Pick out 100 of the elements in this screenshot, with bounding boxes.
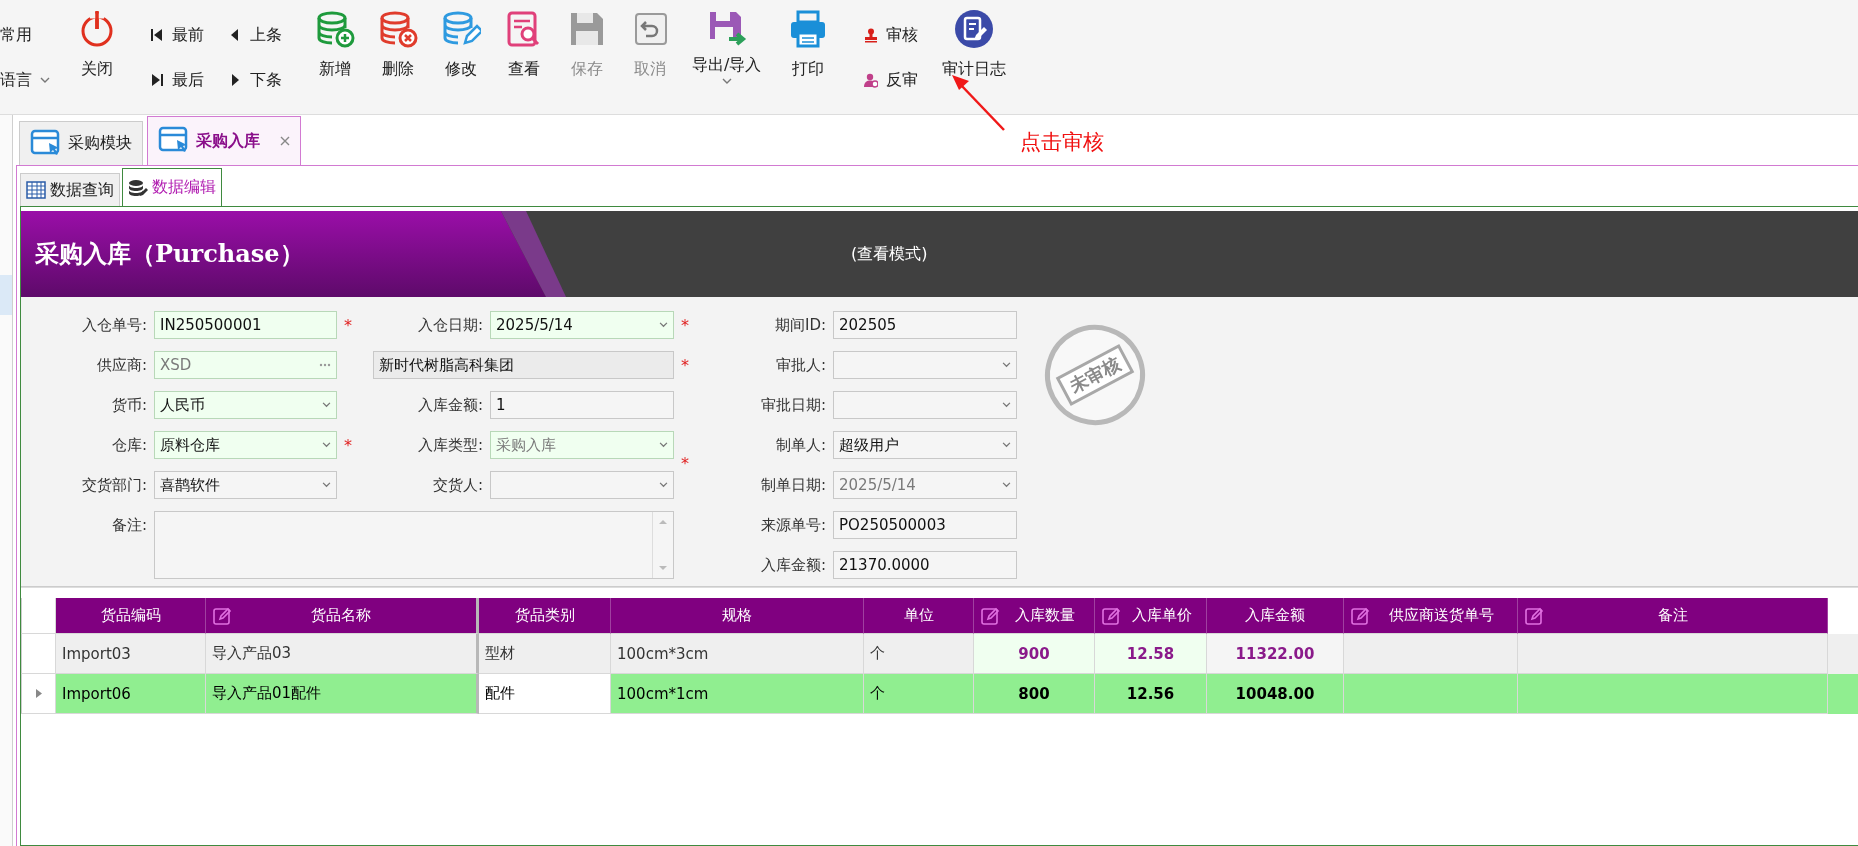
- document-tab[interactable]: 采购模块: [19, 121, 143, 165]
- toolbar-button[interactable]: 删除: [369, 0, 427, 114]
- toolbar-button[interactable]: 最后: [150, 68, 204, 92]
- table-cell: 配件: [479, 674, 611, 714]
- dropdown[interactable]: 原料仓库: [154, 431, 337, 459]
- text-field[interactable]: PO250500003: [833, 511, 1017, 539]
- column-header[interactable]: 货品编码: [56, 598, 206, 634]
- first-icon: [150, 27, 164, 43]
- required-mark: *: [681, 453, 690, 473]
- text-field[interactable]: 202505: [833, 311, 1017, 339]
- menu-item[interactable]: 语言: [0, 68, 50, 92]
- caret-icon: [322, 482, 331, 488]
- sidebar-selection: [0, 275, 12, 315]
- text-field[interactable]: 1: [490, 391, 674, 419]
- toolbar-button[interactable]: 上条: [228, 23, 282, 47]
- toolbar-button[interactable]: 最前: [150, 23, 204, 47]
- column-header[interactable]: 入库数量: [974, 598, 1095, 634]
- table-cell: 个: [864, 674, 974, 714]
- more-icon[interactable]: [319, 363, 331, 367]
- field-label: 仓库:: [110, 435, 147, 455]
- column-header[interactable]: 入库金额: [1207, 598, 1344, 634]
- column-header[interactable]: 入库单价: [1095, 598, 1207, 634]
- grid-icon: [26, 181, 46, 199]
- field-label: 审批人:: [774, 355, 826, 375]
- toolbar-button[interactable]: 新增: [306, 0, 364, 114]
- caret-icon: [322, 402, 331, 408]
- dropdown[interactable]: [490, 471, 674, 499]
- field-label: 备注:: [110, 515, 147, 535]
- dropdown[interactable]: 人民币: [154, 391, 337, 419]
- toolbar-button[interactable]: 审计日志: [942, 0, 1007, 114]
- table-cell: 12.58: [1095, 634, 1207, 674]
- toolbar-button[interactable]: 关闭: [68, 0, 126, 114]
- table-row[interactable]: Import06 导入产品01配件 配件 100cm*1cm 个 800 12.56 10048.00: [21, 674, 1858, 714]
- database-icon: [128, 178, 148, 197]
- toolbar-button[interactable]: 反审: [864, 68, 919, 92]
- document-edit-icon: [954, 9, 995, 49]
- dropdown[interactable]: 喜鹊软件: [154, 471, 337, 499]
- field-label: 交货部门:: [80, 475, 147, 495]
- column-header[interactable]: 货品名称: [206, 598, 479, 634]
- toolbar-button[interactable]: 打印: [779, 0, 838, 114]
- column-header[interactable]: 备注: [1518, 598, 1828, 634]
- toolbar-button[interactable]: 下条: [228, 68, 282, 92]
- field-label: 入仓单号:: [80, 315, 147, 335]
- form-title: 采购入库（Purchase）: [35, 238, 304, 270]
- field-label: 入库金额:: [759, 555, 826, 575]
- column-header[interactable]: 货品类别: [479, 598, 611, 634]
- lookup-field[interactable]: XSD: [154, 351, 337, 379]
- edit-icon: [1524, 605, 1544, 626]
- toolbar-button[interactable]: 审核: [864, 23, 919, 47]
- edit-icon: [1350, 605, 1370, 626]
- field-label: 制单日期:: [759, 475, 826, 495]
- field-label: 供应商:: [95, 355, 147, 375]
- stamp-icon: [864, 27, 879, 43]
- menu-item[interactable]: 常用: [0, 23, 50, 47]
- dropdown[interactable]: [833, 391, 1017, 419]
- text-field[interactable]: 21370.0000: [833, 551, 1017, 579]
- document-tab[interactable]: 采购入库: [147, 116, 301, 165]
- annotation-text: 点击审核: [1020, 129, 1104, 156]
- field-label: 制单人:: [774, 435, 826, 455]
- caret-icon: [659, 482, 668, 488]
- caret-icon: [1002, 402, 1011, 408]
- toolbar-button[interactable]: 修改: [432, 0, 490, 114]
- caret-icon: [1002, 362, 1011, 368]
- column-header[interactable]: 规格: [611, 598, 864, 634]
- memo-field[interactable]: [154, 511, 674, 579]
- caret-icon: [659, 442, 668, 448]
- field-label: 入仓日期:: [416, 315, 483, 335]
- required-mark: *: [681, 315, 690, 335]
- table-row[interactable]: Import03 导入产品03 型材 100cm*3cm 个 900 12.58 11322.00: [21, 634, 1858, 674]
- table-cell: 800: [974, 674, 1095, 714]
- field-label: 来源单号:: [759, 515, 826, 535]
- dropdown[interactable]: 采购入库: [490, 431, 674, 459]
- close-icon[interactable]: [280, 136, 290, 146]
- field-label: 期间ID:: [773, 315, 826, 335]
- caret-icon: [1002, 482, 1011, 488]
- tab[interactable]: 数据查询: [20, 173, 120, 206]
- caret-icon: [659, 322, 668, 328]
- text-field[interactable]: 新时代树脂高科集团: [373, 351, 674, 379]
- column-header[interactable]: 供应商送货单号: [1344, 598, 1518, 634]
- dropdown[interactable]: [833, 351, 1017, 379]
- edit-icon: [980, 605, 1000, 626]
- toolbar-button[interactable]: 查看: [495, 0, 553, 114]
- dropdown[interactable]: 超级用户: [833, 431, 1017, 459]
- user-icon: [864, 72, 879, 88]
- tab[interactable]: 数据编辑: [122, 168, 222, 206]
- caret-icon: [721, 78, 732, 85]
- caret-icon: [1002, 442, 1011, 448]
- mode-label: (查看模式): [851, 243, 928, 265]
- table-cell: Import06: [56, 674, 206, 714]
- text-field[interactable]: IN250500001: [154, 311, 337, 339]
- dropdown[interactable]: 2025/5/14: [490, 311, 674, 339]
- toolbar-button[interactable]: 导出/导入: [692, 0, 762, 114]
- column-header[interactable]: 单位: [864, 598, 974, 634]
- caret-icon: [40, 76, 50, 84]
- field-label: 交货人:: [431, 475, 483, 495]
- field-label: 入库类型:: [416, 435, 483, 455]
- annotation-arrow: [952, 75, 1005, 131]
- edit-icon: [212, 605, 232, 626]
- dropdown[interactable]: 2025/5/14: [833, 471, 1017, 499]
- table-cell: 900: [974, 634, 1095, 674]
